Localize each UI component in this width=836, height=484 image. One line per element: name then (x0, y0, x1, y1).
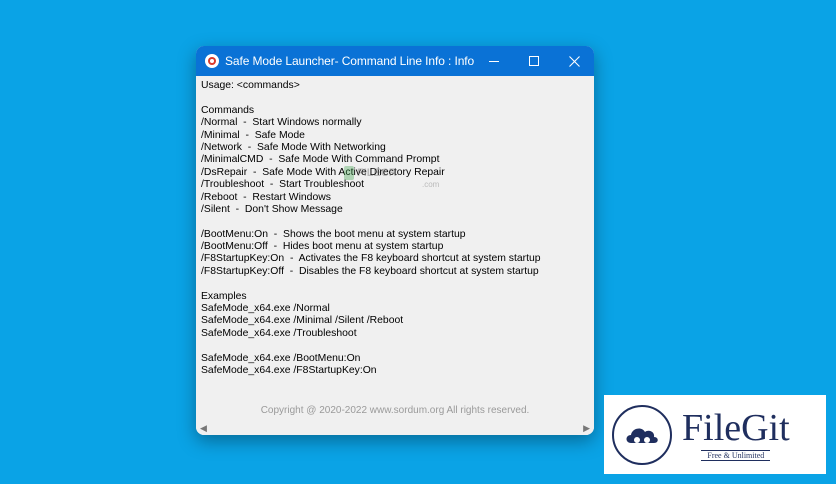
info-line: /F8StartupKey:Off - Disables the F8 keyb… (201, 265, 539, 277)
command-line-info-window: Safe Mode Launcher- Command Line Info : … (196, 46, 594, 435)
info-line: /Silent - Don't Show Message (201, 203, 343, 215)
info-line: /MinimalCMD - Safe Mode With Command Pro… (201, 154, 440, 166)
watermark-suffix: .com (422, 180, 440, 189)
info-line: /Minimal - Safe Mode (201, 129, 305, 141)
info-line (201, 216, 589, 228)
minimize-icon (489, 60, 500, 62)
info-line (201, 278, 589, 290)
watermark-text: FILECR (357, 167, 397, 179)
info-line: SafeMode_x64.exe /F8StartupKey:On (201, 364, 377, 376)
window-title: Safe Mode Launcher- Command Line Info : … (225, 54, 475, 68)
maximize-button[interactable] (514, 46, 554, 76)
info-line: /BootMenu:Off - Hides boot menu at syste… (201, 241, 444, 253)
filegit-tagline: Free & Unlimited (701, 450, 771, 461)
info-line: SafeMode_x64.exe /BootMenu:On (201, 352, 361, 364)
info-line: /Troubleshoot - Start Troubleshoot (201, 179, 365, 191)
filegit-logo-icon (612, 404, 672, 465)
info-line: SafeMode_x64.exe /Troubleshoot (201, 327, 357, 339)
info-line: /Reboot - Restart Windows (201, 191, 331, 203)
filecr-watermark: FILECR .com (344, 166, 439, 189)
info-line: Examples (201, 290, 247, 302)
minimize-button[interactable] (474, 46, 514, 76)
info-line (201, 340, 589, 352)
maximize-icon (529, 56, 540, 66)
scroll-left-icon[interactable]: ◀ (196, 423, 211, 434)
info-line: Commands (201, 104, 255, 116)
info-text-area: Usage: <commands> Commands /Normal - Sta… (196, 76, 594, 421)
close-button[interactable] (554, 46, 594, 76)
info-line: SafeMode_x64.exe /Normal (201, 303, 330, 315)
info-line: /BootMenu:On - Shows the boot menu at sy… (201, 228, 466, 240)
info-line: /F8StartupKey:On - Activates the F8 keyb… (201, 253, 541, 265)
info-line: /Network - Safe Mode With Networking (201, 141, 386, 153)
info-line: Usage: <commands> (201, 80, 300, 91)
info-line: SafeMode_x64.exe /Minimal /Silent /Reboo… (201, 315, 404, 327)
copyright-text: Copyright @ 2020-2022 www.sordum.org All… (260, 405, 530, 416)
scroll-right-icon[interactable]: ▶ (579, 423, 594, 434)
lifebuoy-app-icon (205, 54, 219, 68)
filegit-badge: FileGit Free & Unlimited (604, 395, 826, 474)
filegit-brand: FileGit (682, 407, 790, 449)
title-bar[interactable]: Safe Mode Launcher- Command Line Info : … (196, 46, 594, 76)
filecr-logo-icon (344, 166, 354, 180)
cloud-icon (626, 427, 658, 443)
info-line (201, 92, 589, 104)
info-line: /Normal - Start Windows normally (201, 117, 362, 129)
horizontal-scrollbar[interactable]: ◀ ▶ (196, 421, 594, 435)
close-icon (568, 55, 580, 67)
